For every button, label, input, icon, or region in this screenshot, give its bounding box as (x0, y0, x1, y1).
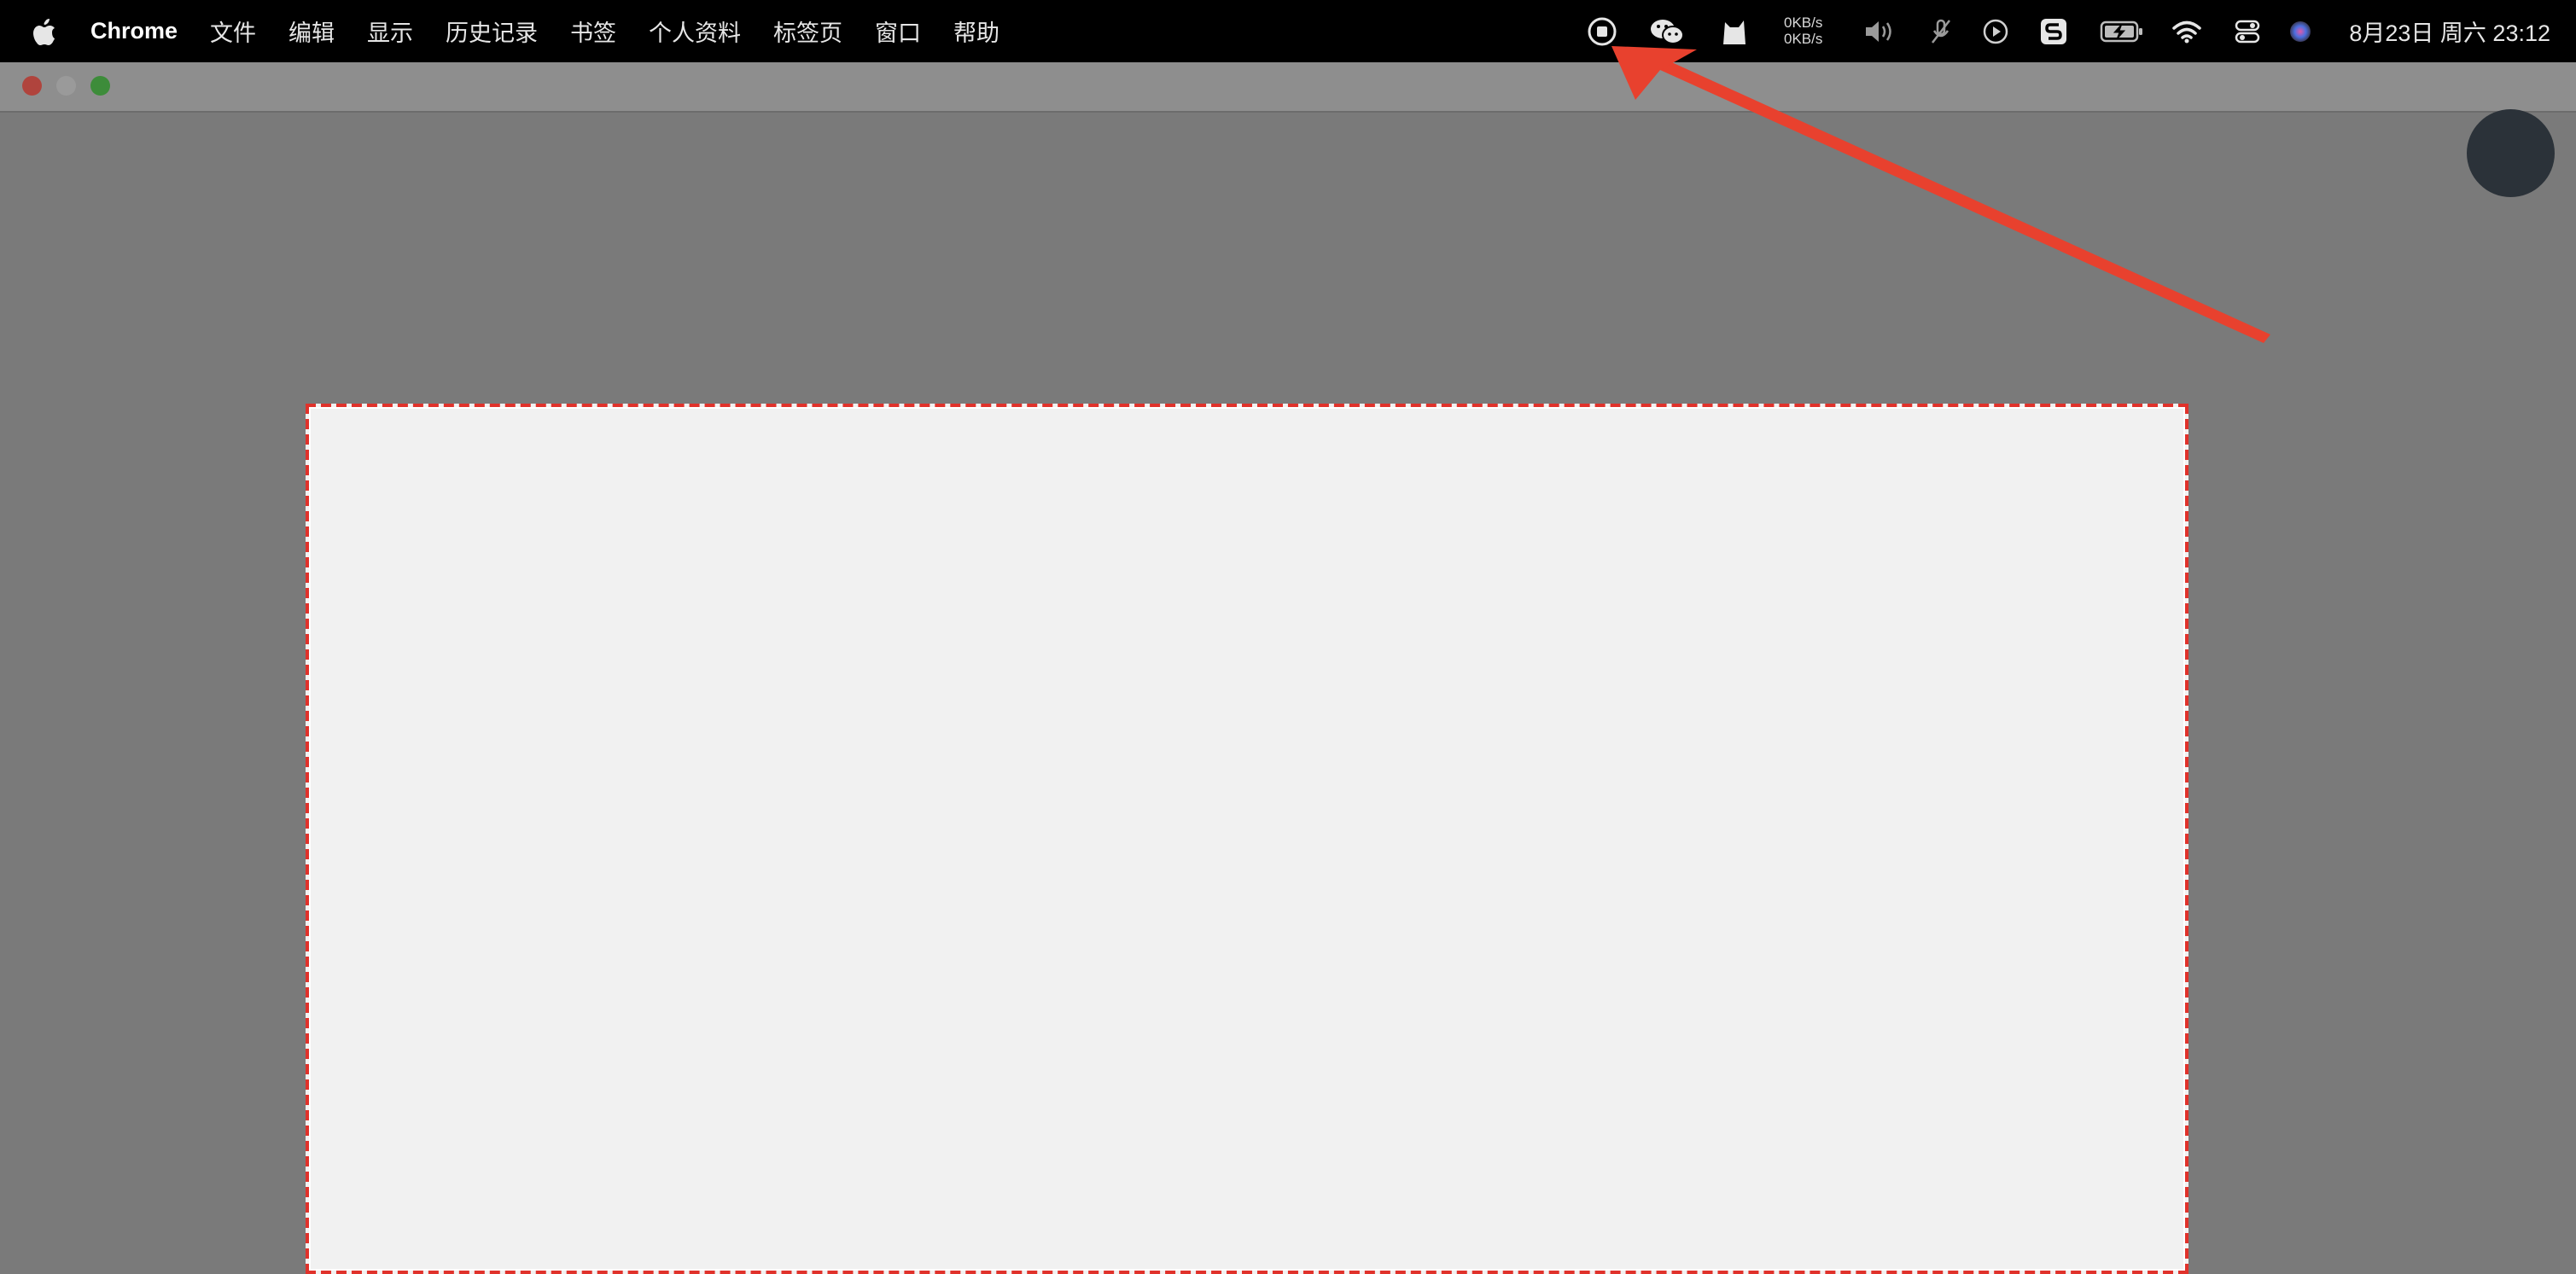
menu-bar: Chrome 文件 编辑 显示 历史记录 书签 个人资料 标签页 窗口 帮助 0… (0, 0, 2576, 62)
menu-help[interactable]: 帮助 (953, 15, 1000, 48)
sogou-input-icon[interactable] (2037, 0, 2071, 62)
menu-bookmarks[interactable]: 书签 (570, 15, 616, 48)
siri-icon[interactable] (2286, 0, 2315, 62)
menu-window[interactable]: 窗口 (875, 15, 921, 48)
close-button[interactable] (22, 76, 42, 96)
mic-off-icon[interactable] (1926, 0, 1956, 62)
menu-bar-left: Chrome 文件 编辑 显示 历史记录 书签 个人资料 标签页 窗口 帮助 (32, 0, 1032, 62)
screen-record-icon[interactable] (1586, 0, 1618, 62)
volume-icon[interactable] (1861, 0, 1898, 62)
app-menu-chrome[interactable]: Chrome (90, 18, 178, 44)
control-center-icon[interactable] (2231, 0, 2264, 62)
floating-avatar-circle[interactable] (2467, 109, 2555, 197)
menu-file[interactable]: 文件 (210, 15, 256, 48)
menu-tab[interactable]: 标签页 (773, 15, 842, 48)
minimize-button[interactable] (56, 76, 76, 96)
menu-view[interactable]: 显示 (367, 15, 413, 48)
battery-charging-icon[interactable] (2098, 0, 2146, 62)
wifi-icon[interactable] (2170, 0, 2204, 62)
window-titlebar[interactable] (0, 62, 2576, 113)
zoom-button[interactable] (90, 76, 110, 96)
cat-app-icon[interactable] (1717, 0, 1751, 62)
menu-bar-clock[interactable]: 8月23日 周六 23:12 (2349, 0, 2550, 62)
net-down-speed: 0KB/s (1784, 31, 1823, 47)
menu-edit[interactable]: 编辑 (288, 15, 335, 48)
play-icon[interactable] (1979, 0, 2013, 62)
menu-history[interactable]: 历史记录 (446, 15, 538, 48)
selection-region[interactable] (306, 404, 2188, 1274)
net-up-speed: 0KB/s (1784, 15, 1823, 31)
menu-profiles[interactable]: 个人资料 (649, 15, 741, 48)
network-speed[interactable]: 0KB/s 0KB/s (1784, 15, 1822, 47)
wechat-icon[interactable] (1647, 0, 1687, 62)
apple-icon[interactable] (32, 17, 56, 46)
